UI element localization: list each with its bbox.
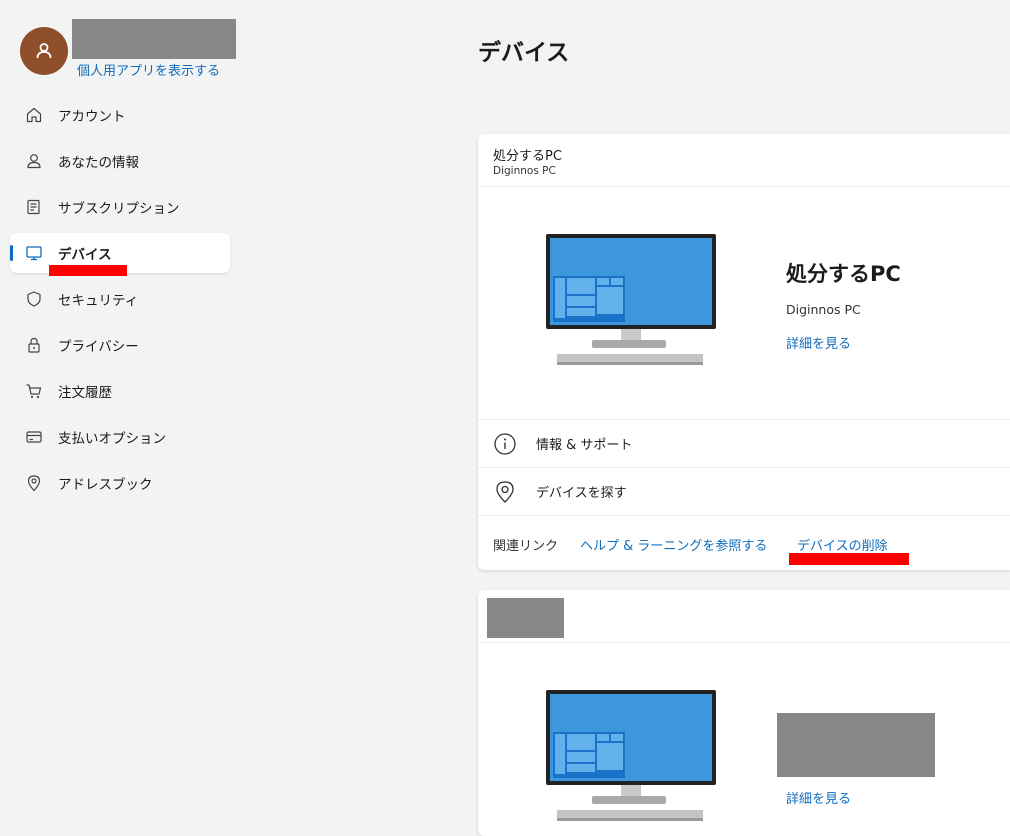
sidebar-item-your-info[interactable]: あなたの情報 xyxy=(10,141,230,181)
device-card: 詳細を見る xyxy=(478,590,1010,836)
redacted-user-name xyxy=(72,19,236,59)
lock-icon xyxy=(24,335,44,355)
device-card-header xyxy=(478,590,1010,643)
sidebar-item-label: セキュリティ xyxy=(58,293,139,309)
sidebar-item-address-book[interactable]: アドレスブック xyxy=(10,463,230,503)
device-card: 処分するPC Diginnos PC 処分するPC Diginnos PC 詳細… xyxy=(478,134,1010,570)
location-icon xyxy=(24,473,44,493)
device-name: 処分するPC xyxy=(786,262,901,286)
row-label: 情報 & サポート xyxy=(536,438,633,453)
row-label: デバイスを探す xyxy=(536,486,627,501)
sidebar-item-privacy[interactable]: プライバシー xyxy=(10,325,230,365)
sidebar-item-label: 支払いオプション xyxy=(58,431,166,447)
shield-icon xyxy=(24,289,44,309)
remove-device-link[interactable]: デバイスの削除 xyxy=(797,535,888,554)
sidebar-item-subscriptions[interactable]: サブスクリプション xyxy=(10,187,230,227)
view-details-link[interactable]: 詳細を見る xyxy=(786,333,851,352)
device-model: Diginnos PC xyxy=(786,302,861,317)
show-personal-apps-link[interactable]: 個人用アプリを表示する xyxy=(77,60,220,79)
sidebar-item-order-history[interactable]: 注文履歴 xyxy=(10,371,230,411)
sidebar-item-label: デバイス xyxy=(58,247,112,263)
sidebar-item-label: あなたの情報 xyxy=(58,155,139,171)
redacted-device-name xyxy=(487,598,564,638)
monitor-icon xyxy=(24,243,44,263)
page-title: デバイス xyxy=(478,40,570,66)
sidebar-item-label: 注文履歴 xyxy=(58,385,112,401)
home-icon xyxy=(24,105,44,125)
location-icon xyxy=(492,479,518,505)
device-card-header: 処分するPC Diginnos PC xyxy=(478,134,1010,187)
sidebar-item-label: アドレスブック xyxy=(58,477,153,493)
device-header-model: Diginnos PC xyxy=(493,165,556,177)
redacted-device-info xyxy=(777,713,935,777)
find-device-row[interactable]: デバイスを探す xyxy=(478,467,1010,515)
sidebar-nav: アカウント あなたの情報 サブスクリプション デバイス セキュリティ プライバシ… xyxy=(10,95,230,509)
person-icon xyxy=(24,151,44,171)
sidebar-item-label: アカウント xyxy=(58,109,126,125)
device-header-name: 処分するPC xyxy=(493,149,562,164)
card-icon xyxy=(24,427,44,447)
help-learning-link[interactable]: ヘルプ & ラーニングを参照する xyxy=(580,535,767,554)
sidebar-item-payment-options[interactable]: 支払いオプション xyxy=(10,417,230,457)
related-links: 関連リンク ヘルプ & ラーニングを参照する デバイスの削除 xyxy=(478,515,1010,571)
view-details-link[interactable]: 詳細を見る xyxy=(786,788,851,807)
person-icon xyxy=(36,43,52,59)
related-links-label: 関連リンク xyxy=(493,539,559,554)
sidebar-item-label: サブスクリプション xyxy=(58,201,180,217)
highlight-mark xyxy=(49,265,127,276)
cart-icon xyxy=(24,381,44,401)
avatar[interactable] xyxy=(20,27,68,75)
info-icon xyxy=(492,431,518,457)
sidebar-item-account[interactable]: アカウント xyxy=(10,95,230,135)
sidebar-item-label: プライバシー xyxy=(58,339,139,355)
monitor-illustration xyxy=(546,234,716,365)
subscription-icon xyxy=(24,197,44,217)
monitor-illustration xyxy=(546,690,716,821)
sidebar-item-security[interactable]: セキュリティ xyxy=(10,279,230,319)
info-support-row[interactable]: 情報 & サポート xyxy=(478,419,1010,467)
highlight-mark xyxy=(789,553,909,565)
